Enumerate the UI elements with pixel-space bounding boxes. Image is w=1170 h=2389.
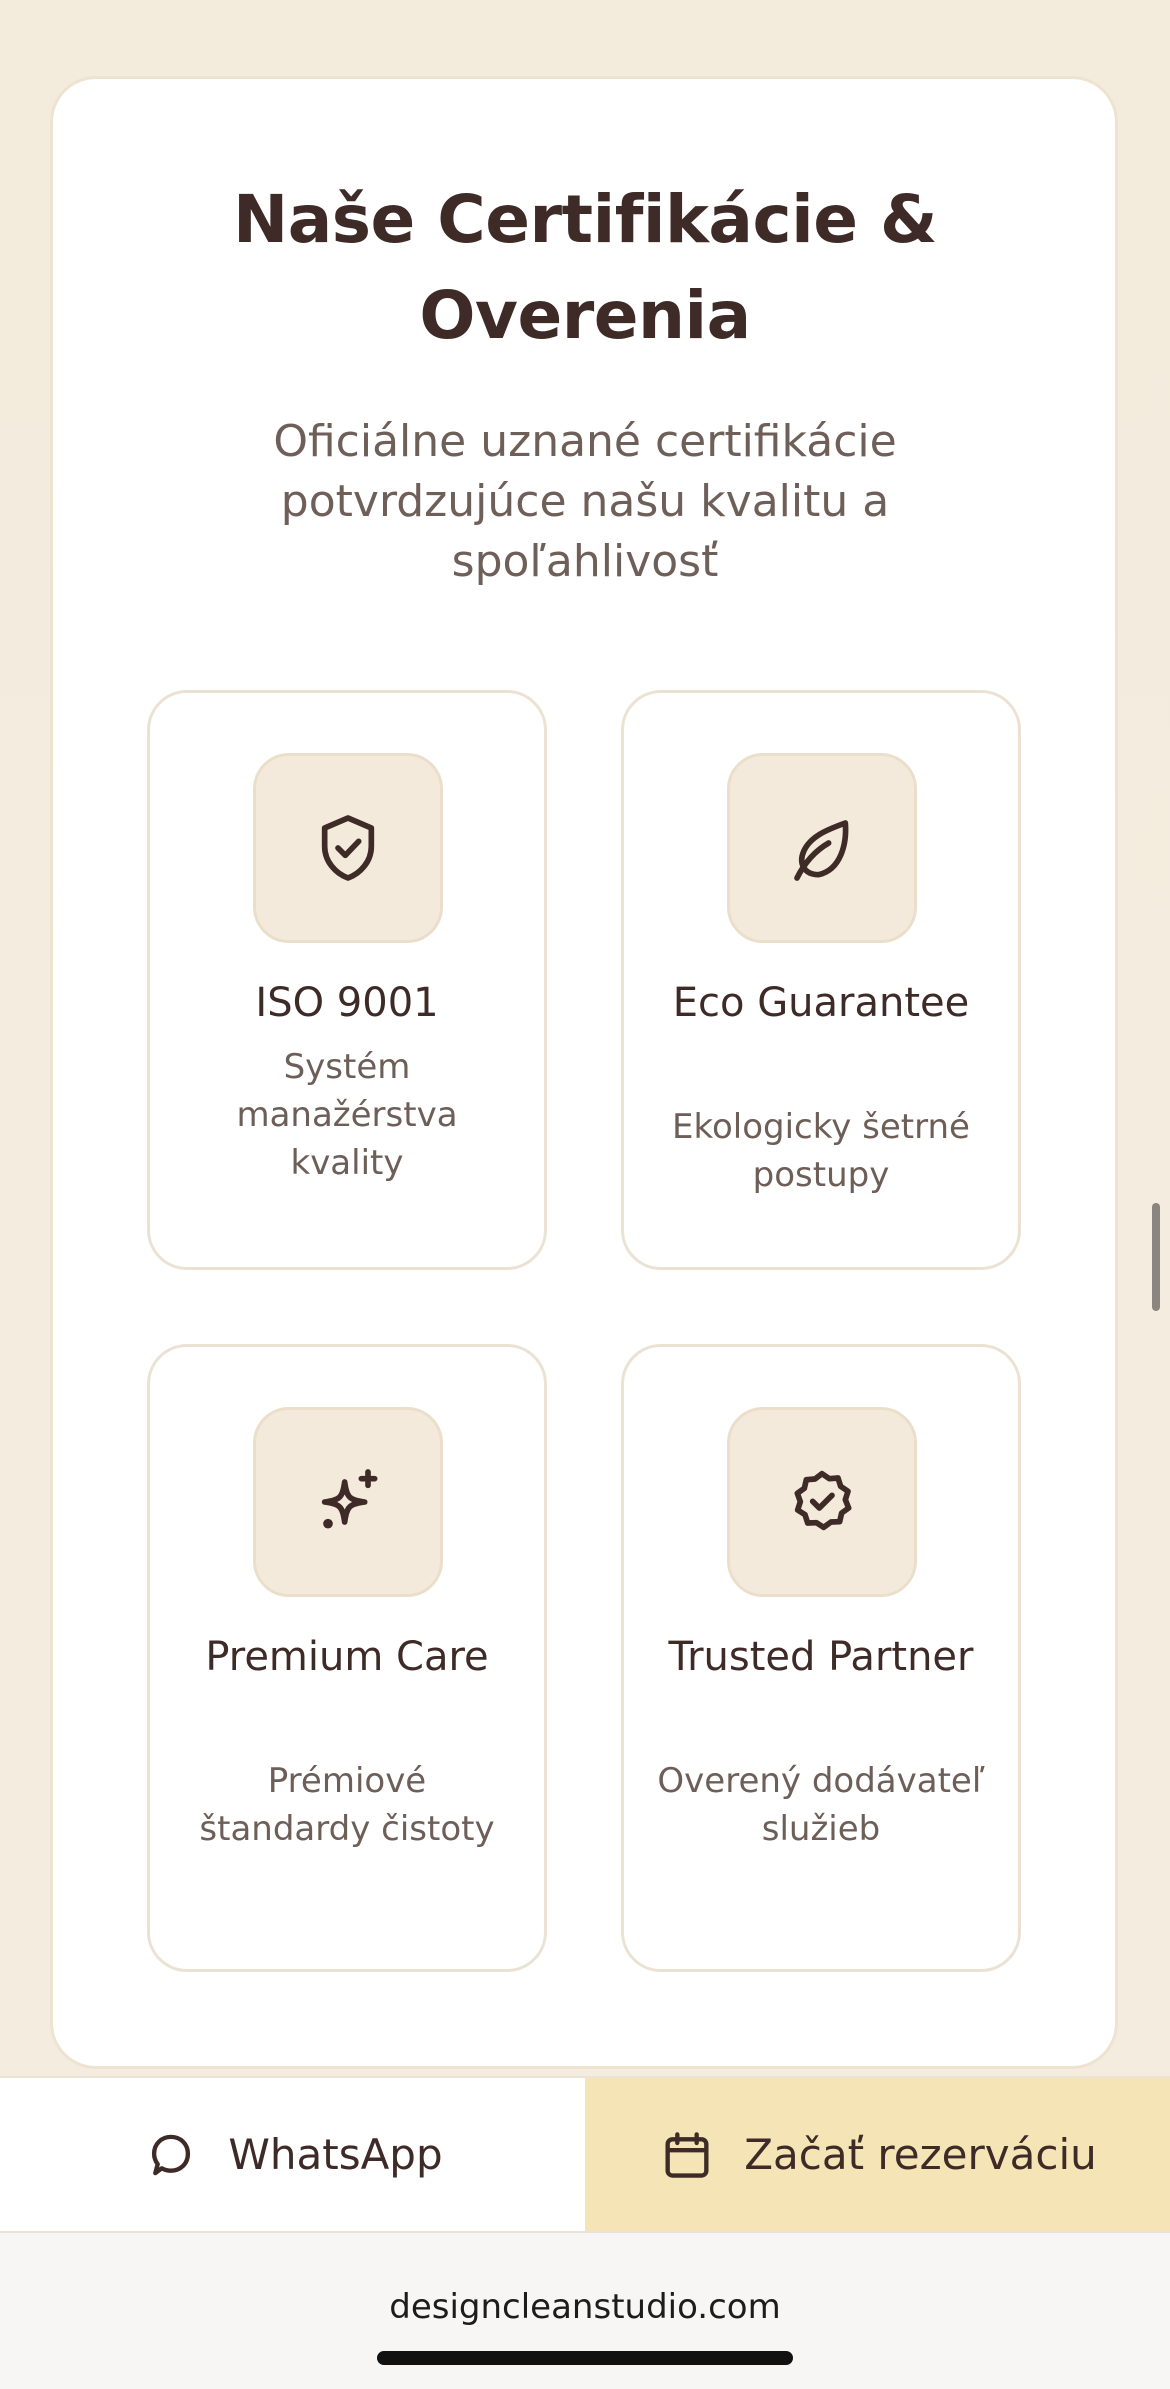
leaf-icon <box>794 820 849 881</box>
badge-check-icon <box>794 1470 852 1531</box>
cert-description: Overený dodávateľ služieb <box>657 1761 985 1849</box>
section-title: Naše Certifikácie & Overenia <box>232 181 938 354</box>
cert-title: Trusted Partner <box>668 1634 974 1680</box>
cert-card-eco-guarantee: Eco Guarantee Ekologicky šetrné postupy <box>621 690 1021 1270</box>
sparkles-icon <box>321 1469 378 1529</box>
cert-icon-tile <box>253 753 443 943</box>
cert-card-iso-9001: ISO 9001 Systém manažérstva kvality <box>147 690 547 1270</box>
cert-icon-tile <box>727 1407 917 1597</box>
booking-label: Začať rezerváciu <box>744 2130 1097 2179</box>
start-booking-button[interactable]: Začať rezerváciu <box>585 2078 1170 2231</box>
browser-address-area: designcleanstudio.com <box>0 2233 1170 2389</box>
shield-check-icon <box>321 815 375 881</box>
chat-bubble-icon <box>142 2126 200 2184</box>
cert-icon-tile <box>727 753 917 943</box>
url-text[interactable]: designcleanstudio.com <box>0 2287 1170 2327</box>
cert-title: Premium Care <box>205 1634 489 1680</box>
calendar-icon <box>658 2126 716 2184</box>
cert-description: Prémiové štandardy čistoty <box>199 1761 495 1849</box>
scrollbar-thumb[interactable] <box>1152 1203 1160 1311</box>
cert-title: ISO 9001 <box>255 980 439 1026</box>
cert-title: Eco Guarantee <box>672 980 970 1026</box>
home-indicator[interactable] <box>377 2351 793 2365</box>
cert-description: Systém manažérstva kvality <box>236 1047 458 1183</box>
cert-description: Ekologicky šetrné postupy <box>672 1107 970 1195</box>
section-subtitle: Oficiálne uznané certifikácie potvrdzujú… <box>273 416 897 587</box>
whatsapp-button[interactable]: WhatsApp <box>0 2078 585 2231</box>
bottom-action-bar: WhatsApp Začať rezerváciu <box>0 2076 1170 2233</box>
cert-card-premium-care: Premium Care Prémiové štandardy čistoty <box>147 1344 547 1972</box>
cert-card-trusted-partner: Trusted Partner Overený dodávateľ služie… <box>621 1344 1021 1972</box>
whatsapp-label: WhatsApp <box>228 2130 443 2179</box>
cert-icon-tile <box>253 1407 443 1597</box>
